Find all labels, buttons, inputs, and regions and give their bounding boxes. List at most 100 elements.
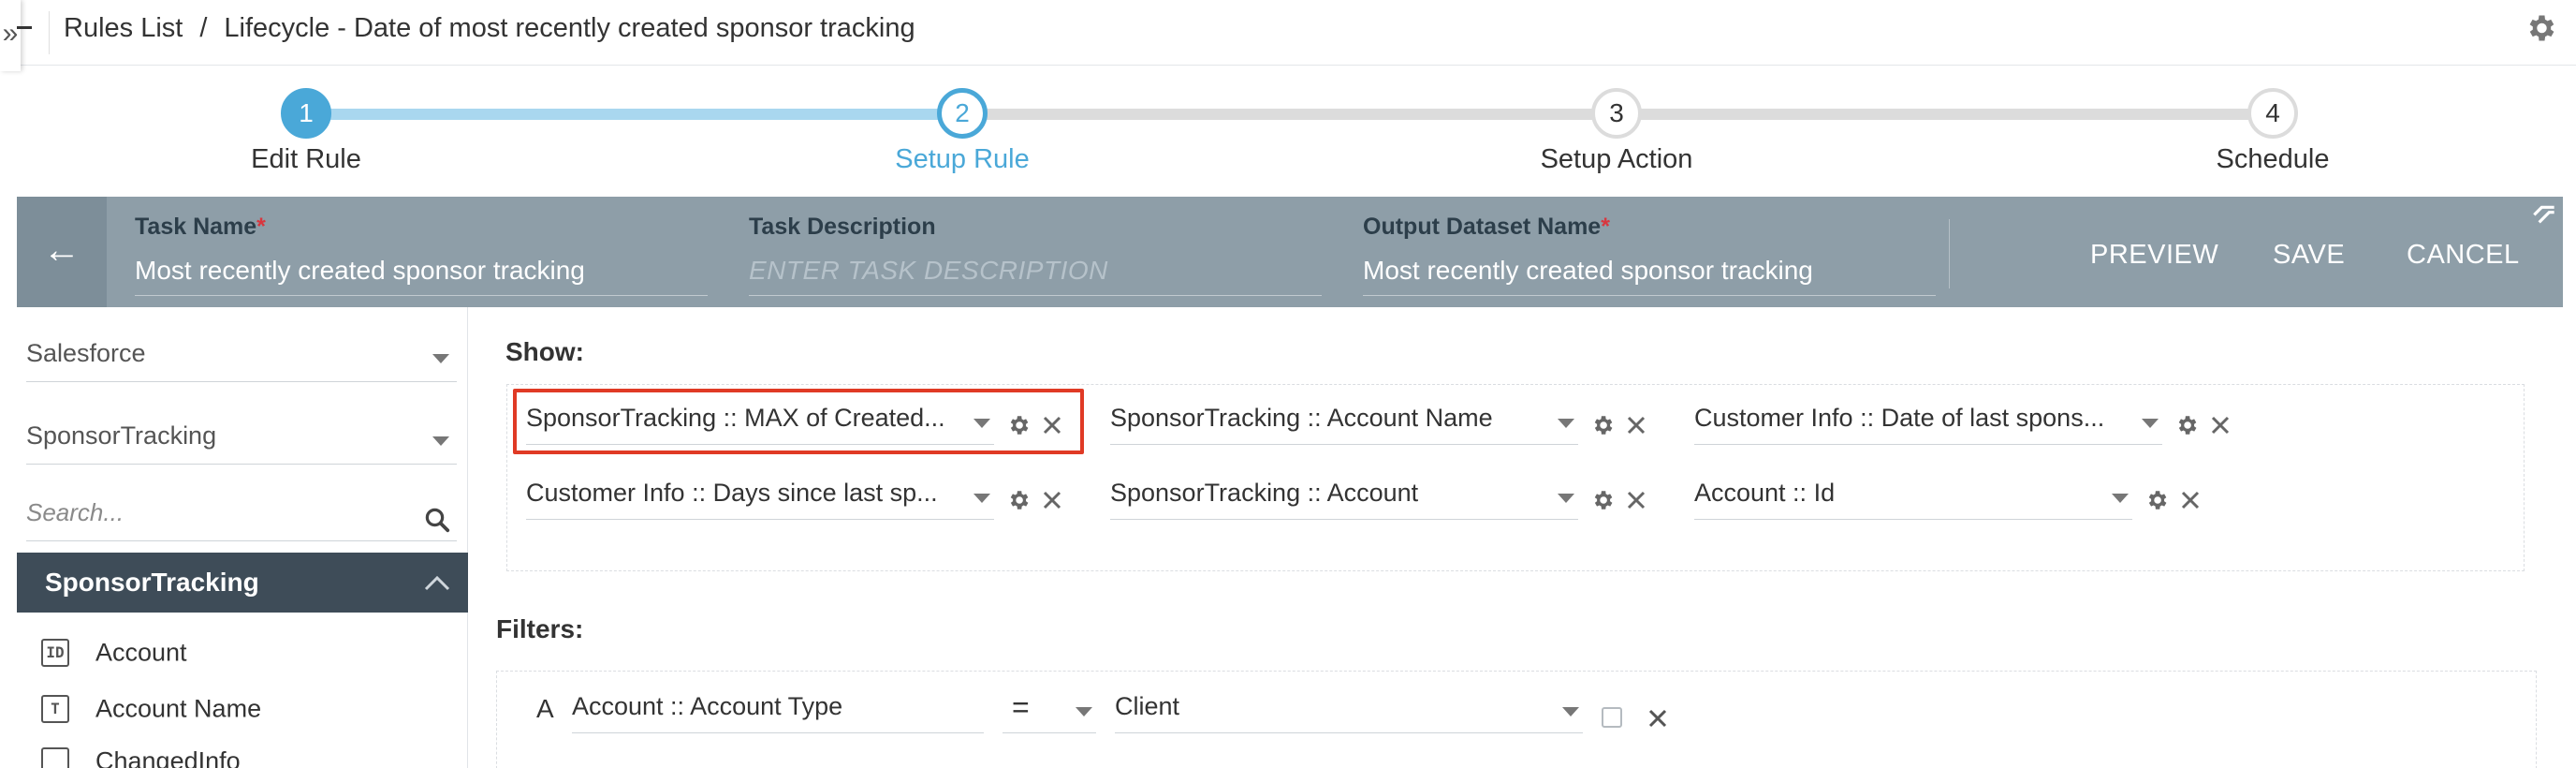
chevron-down-icon [2112,494,2129,503]
task-description-label: Task Description [749,214,936,240]
gear-icon[interactable] [2174,413,2199,437]
search-placeholder: Search... [26,498,124,526]
filter-operator-value: = [1012,690,1030,724]
field-item-account-name[interactable]: T Account Name [41,693,261,734]
show-section-title: Show: [505,337,584,366]
task-header-divider [1949,219,1950,288]
filter-operator-select[interactable]: = [1003,681,1096,733]
chevron-down-icon [432,436,449,446]
output-dataset-input[interactable]: Most recently created sponsor tracking [1363,256,1936,296]
collapse-header-icon[interactable] [2529,202,2559,232]
close-icon[interactable] [2179,489,2202,511]
task-name-input[interactable]: Most recently created sponsor tracking [135,256,708,296]
step-4-circle[interactable]: 4 [2247,88,2298,139]
progress-track-complete [307,109,962,120]
wizard-stepper: 1 Edit Rule 2 Setup Rule 3 Setup Action … [0,67,2576,197]
cancel-button[interactable]: CANCEL [2407,240,2520,271]
show-field-4-value: Customer Info :: Days since last sp... [526,479,938,507]
chevron-down-icon [1562,707,1579,716]
back-arrow-icon[interactable]: ← [17,197,107,307]
top-bar: » Rules List / Lifecycle - Date of most re… [0,0,2576,71]
output-dataset-field: Output Dataset Name* Most recently creat… [1363,214,1936,296]
show-field-3-value: Customer Info :: Date of last spons... [1694,404,2105,432]
gear-icon[interactable] [1590,488,1615,512]
field-item-label: Account Name [95,694,262,723]
show-field-5-value: SponsorTracking :: Account [1110,479,1419,507]
object-group-title: SponsorTracking [45,568,259,597]
task-description-input[interactable]: ENTER TASK DESCRIPTION [749,256,1322,296]
field-item-changedinfo[interactable]: ChangedInfo [41,746,241,768]
breadcrumb: Rules List / Lifecycle - Date of most rece… [64,13,915,44]
field-item-account[interactable]: ID Account [41,637,187,678]
show-field-6-value: Account :: Id [1694,479,1836,507]
text-field-icon: T [41,694,69,723]
close-icon[interactable] [1625,414,1647,436]
object-group-header[interactable]: SponsorTracking [17,553,468,613]
required-mark: * [1601,214,1610,240]
field-item-label: Account [95,638,187,667]
preview-button[interactable]: PREVIEW [2090,240,2218,271]
step-1-label[interactable]: Edit Rule [251,144,361,175]
gear-icon[interactable] [1006,488,1031,512]
filter-field-select[interactable]: Account :: Account Type [572,681,984,733]
id-field-icon: ID [41,638,69,667]
filter-checkbox[interactable] [1602,707,1622,728]
filters-container: A Account :: Account Type = Client [496,671,2537,768]
close-icon[interactable] [1041,489,1063,511]
chevron-down-icon [973,494,990,503]
show-field-2-select[interactable]: SponsorTracking :: Account Name [1110,392,1578,445]
chevron-down-icon [1558,494,1574,503]
object-select-value: SponsorTracking [26,421,217,450]
source-select[interactable]: Salesforce [26,326,457,382]
top-separator [49,11,50,54]
gear-icon[interactable] [1590,413,1615,437]
show-field-2-value: SponsorTracking :: Account Name [1110,404,1493,432]
close-icon[interactable] [1625,489,1647,511]
object-browser: Salesforce SponsorTracking Search... Spo… [17,307,468,768]
filter-value-select[interactable]: Client [1115,681,1583,733]
selection-highlight [513,389,1084,454]
settings-gear-icon[interactable] [2524,11,2557,45]
task-name-label: Task Name [135,214,257,240]
field-search-input[interactable]: Search... [26,485,457,541]
field-type-icon [41,746,69,768]
source-select-value: Salesforce [26,339,146,367]
step-3-circle[interactable]: 3 [1591,88,1642,139]
search-icon[interactable] [423,506,451,534]
step-4-label[interactable]: Schedule [2217,144,2330,175]
breadcrumb-rules-list[interactable]: Rules List [64,13,183,43]
step-3-label[interactable]: Setup Action [1541,144,1693,175]
save-button[interactable]: SAVE [2273,240,2345,271]
task-header: ← Task Name* Most recently created spons… [17,197,2563,307]
object-select[interactable]: SponsorTracking [26,408,457,465]
filter-field-value: Account :: Account Type [572,692,843,720]
breadcrumb-separator: / [199,13,208,43]
close-icon[interactable] [2209,414,2232,436]
chevron-down-icon [1558,419,1574,428]
step-2-circle[interactable]: 2 [937,88,988,139]
required-mark: * [256,214,266,240]
show-field-6-select[interactable]: Account :: Id [1694,467,2132,520]
show-field-3-select[interactable]: Customer Info :: Date of last spons... [1694,392,2162,445]
chevron-down-icon [1076,707,1092,716]
task-description-field: Task Description ENTER TASK DESCRIPTION [749,214,1322,296]
chevron-down-icon [2142,419,2159,428]
chevron-up-icon[interactable] [423,573,451,592]
show-field-5-select[interactable]: SponsorTracking :: Account [1110,467,1578,520]
filter-value-text: Client [1115,692,1180,720]
step-2-label[interactable]: Setup Rule [895,144,1030,175]
step-1-circle[interactable]: 1 [281,88,331,139]
show-fields-container: SponsorTracking :: MAX of Created... Spo… [506,384,2525,571]
menu-dash-icon [17,26,32,29]
task-name-field: Task Name* Most recently created sponsor… [135,214,708,296]
remove-filter-close-icon[interactable] [1647,707,1669,730]
breadcrumb-current: Lifecycle - Date of most recently create… [224,13,915,43]
output-dataset-label: Output Dataset Name [1363,214,1602,240]
chevron-down-icon [432,354,449,363]
show-field-4-select[interactable]: Customer Info :: Days since last sp... [526,467,994,520]
filters-section-title: Filters: [496,614,584,643]
field-item-label: ChangedInfo [95,746,241,768]
filter-row-letter: A [536,694,554,723]
expand-panel-icon[interactable]: » [0,0,21,71]
gear-icon[interactable] [2144,488,2169,512]
